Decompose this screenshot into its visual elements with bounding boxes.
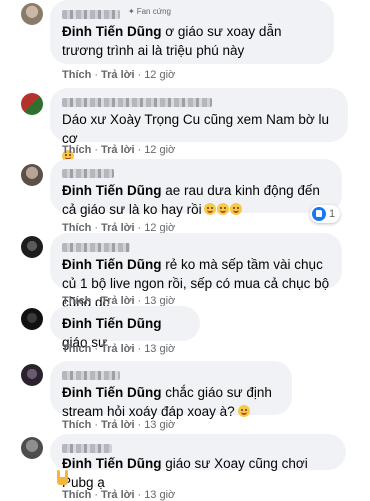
timestamp[interactable]: 13 giờ (144, 343, 175, 355)
blurred-author-name[interactable] (62, 243, 130, 252)
comment-text: Đinh Tiến Dũng ơ giáo sư xoay dẫn trương… (62, 24, 282, 58)
laughing-emoji (203, 203, 216, 215)
comment-actions: Thích · Trả lời · 12 giờ (62, 144, 176, 156)
comment-actions: Thích · Trả lời · 13 giờ (62, 489, 176, 501)
mention[interactable]: Đinh Tiến Dũng (62, 316, 162, 331)
mention[interactable]: Đinh Tiến Dũng (62, 385, 162, 400)
rock-hand-emoji (56, 470, 70, 491)
comment-actions: Thích · Trả lời · 12 giờ (62, 69, 176, 81)
blurred-author-name[interactable] (62, 371, 120, 380)
comment-bubble: Đinh Tiến Dũng chắc giáo sư định stream … (50, 361, 292, 419)
reply-link[interactable]: Trả lời (101, 489, 135, 501)
mention[interactable]: Đinh Tiến Dũng (62, 456, 162, 471)
reply-link[interactable]: Trả lời (101, 343, 135, 355)
badge-icon: ✦ (128, 7, 135, 16)
timestamp[interactable]: 12 giờ (144, 69, 175, 81)
comment-text: Đinh Tiến Dũng giáo sư Xoay cũng chơi Pu… (62, 456, 308, 490)
timestamp[interactable]: 13 giờ (144, 419, 175, 431)
like-link[interactable]: Thích (62, 69, 91, 81)
mention[interactable]: Đinh Tiến Dũng (62, 257, 162, 272)
like-icon (312, 207, 326, 221)
comment-bubble: Dáo xư Xoày Trọng Cu cũng xem Nam bờ lu … (50, 88, 348, 162)
reply-link[interactable]: Trả lời (101, 69, 135, 81)
avatar[interactable] (21, 3, 43, 25)
reaction-count: 1 (329, 208, 336, 220)
blurred-author-name[interactable] (62, 444, 112, 453)
comment-bubble: Đinh Tiến Dũng rẻ ko mà sếp tầm vài chục… (50, 233, 342, 310)
avatar[interactable] (21, 236, 43, 258)
comment-bubble: Đinh Tiến Dũng giáo sư Xoay cũng chơi Pu… (50, 434, 346, 490)
timestamp[interactable]: 13 giờ (144, 489, 175, 501)
avatar[interactable] (21, 364, 43, 386)
reaction-summary[interactable]: 1 (310, 205, 341, 223)
avatar[interactable] (21, 437, 43, 459)
comment-text: Đinh Tiến Dũng ae rau dưa kinh động đến … (62, 183, 320, 217)
laughing-emoji (237, 405, 250, 417)
reply-link[interactable]: Trả lời (101, 419, 135, 431)
like-link[interactable]: Thích (62, 489, 91, 501)
like-link[interactable]: Thích (62, 343, 91, 355)
avatar[interactable] (21, 164, 43, 186)
mention[interactable]: Đinh Tiến Dũng (62, 24, 162, 39)
comment-text: Dáo xư Xoày Trọng Cu cũng xem Nam bờ lu … (62, 112, 330, 146)
avatar[interactable] (21, 93, 43, 115)
reply-link[interactable]: Trả lời (101, 144, 135, 156)
comment-actions: Thích · Trả lời · 13 giờ (62, 419, 176, 431)
laughing-emoji (229, 203, 242, 215)
comment-bubble: ✦ Fan cứng Đinh Tiến Dũng ơ giáo sư xoay … (50, 0, 334, 64)
avatar[interactable] (21, 308, 43, 330)
comment-text: Đinh Tiến Dũng chắc giáo sư định stream … (62, 385, 272, 419)
blurred-author-name[interactable] (62, 98, 212, 107)
blurred-author-name[interactable] (62, 10, 120, 19)
like-link[interactable]: Thích (62, 419, 91, 431)
comment-bubble: Đinh Tiến Dũng giáo sư (50, 306, 200, 350)
timestamp[interactable]: 12 giờ (144, 144, 175, 156)
like-link[interactable]: Thích (62, 144, 91, 156)
comment-bubble: Đinh Tiến Dũng ae rau dưa kinh động đến … (50, 159, 342, 217)
blurred-author-name[interactable] (62, 169, 114, 178)
fan-badge: ✦ Fan cứng (128, 7, 171, 16)
mention[interactable]: Đinh Tiến Dũng (62, 183, 162, 198)
comment-actions: Thích · Trả lời · 13 giờ (62, 343, 176, 355)
laughing-emoji (216, 203, 229, 215)
